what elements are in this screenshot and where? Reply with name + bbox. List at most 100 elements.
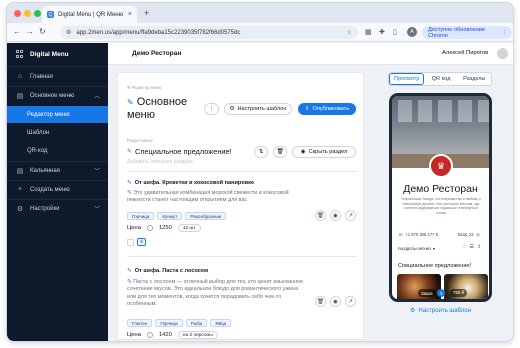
pencil-icon: ✎ bbox=[127, 85, 131, 90]
customize-template-link[interactable]: ⚙ Настроить шаблон bbox=[410, 307, 471, 315]
portion-input[interactable]: 12 шт. bbox=[177, 224, 202, 232]
site-info-icon[interactable]: ⚙ bbox=[66, 29, 71, 36]
close-tab-icon[interactable]: × bbox=[128, 11, 132, 18]
reorder-button[interactable]: ⇅ bbox=[254, 146, 268, 158]
delete-section-button[interactable]: 🗑 bbox=[273, 146, 287, 158]
list-icon[interactable]: ☰ bbox=[469, 244, 473, 250]
delete-dish-button[interactable]: 🗑 bbox=[315, 210, 326, 221]
edit-dish-button[interactable]: ↗ bbox=[345, 210, 356, 221]
sidebar-item-menu-editor[interactable]: Редактор меню bbox=[7, 106, 108, 123]
user-name[interactable]: Алексей Пирогов bbox=[442, 50, 488, 56]
section-title-text: Специальное предложение! bbox=[135, 147, 232, 156]
sidebar-item-label: Настройки bbox=[30, 205, 60, 212]
more-button[interactable]: ⋮ bbox=[204, 103, 219, 115]
eye-icon: ◉ bbox=[300, 149, 306, 155]
portion-input[interactable]: на 2 персоны bbox=[177, 331, 218, 339]
new-tab-button[interactable]: + bbox=[144, 8, 149, 18]
allergen-tag[interactable]: Кунжут bbox=[157, 212, 183, 220]
price-input[interactable]: 1250 bbox=[159, 225, 172, 231]
sidebar-item-qr[interactable]: QR-код bbox=[7, 142, 108, 159]
price-radio[interactable] bbox=[146, 332, 153, 338]
browser-tab[interactable]: Q Digital Menu | QR Меню × bbox=[42, 6, 137, 23]
allergen-tags: Глютен Горчица Рыба Яйца bbox=[127, 319, 232, 327]
tab-qr-code[interactable]: QR код bbox=[424, 73, 457, 85]
forward-icon[interactable]: → bbox=[26, 27, 34, 36]
menu-sections-dropdown[interactable]: РАЗДЕЛЫ МЕНЮ ▾ bbox=[398, 246, 435, 251]
address-bar[interactable]: ⚙ app.2men.us/app/menu/ffa9deba15c223903… bbox=[60, 26, 358, 39]
brand[interactable]: Digital Menu bbox=[16, 50, 69, 58]
url-text: app.2men.us/app/menu/ffa9deba15c2239035f… bbox=[76, 29, 241, 36]
allergen-tag[interactable]: Глютен bbox=[127, 319, 153, 327]
chevron-down-icon: ▾ bbox=[433, 246, 436, 251]
heart-icon[interactable]: ♡ bbox=[462, 244, 466, 250]
puzzle-icon[interactable]: ✚ bbox=[379, 28, 385, 36]
divider bbox=[127, 171, 357, 172]
restaurant-phone: ☏ +1 670 306 177 5 bbox=[398, 232, 438, 237]
tab-preview[interactable]: Просмотр bbox=[389, 73, 425, 85]
dish-title[interactable]: ✎ От шефа. Креветки в кокосовой панировк… bbox=[127, 180, 254, 186]
tab-sections[interactable]: Разделы bbox=[458, 73, 491, 85]
share-icon[interactable]: ⇪ bbox=[477, 244, 481, 250]
sidebar-item-hookah[interactable]: ▤ Кальянная ﹀ bbox=[7, 162, 108, 179]
close-window-button[interactable] bbox=[14, 10, 21, 17]
sidebar-item-home[interactable]: ⌂ Главная bbox=[7, 68, 108, 85]
dish-actions: 🗑 ◉ ↗ bbox=[315, 296, 356, 307]
allergen-tag[interactable]: Горчица bbox=[155, 319, 183, 327]
minimize-window-button[interactable] bbox=[24, 10, 31, 17]
delete-dish-button[interactable]: 🗑 bbox=[315, 296, 326, 307]
price-input[interactable]: 1420 bbox=[159, 332, 172, 338]
section-description-placeholder[interactable]: Добавить описание раздела bbox=[127, 159, 193, 165]
dish-description[interactable]: ✎ Паста с лососем — отличный выбор для т… bbox=[127, 279, 307, 308]
back-icon[interactable]: ← bbox=[13, 27, 21, 36]
section-title[interactable]: ✎ Специальное предложение! bbox=[127, 147, 232, 156]
allergen-tag[interactable]: Ракообразные bbox=[185, 212, 227, 220]
extension-icon[interactable]: ▦ bbox=[365, 28, 372, 36]
brand-name: Digital Menu bbox=[30, 50, 69, 58]
edit-dish-button[interactable]: ↗ bbox=[345, 296, 356, 307]
publish-label: Опубликовать bbox=[312, 106, 350, 112]
sort-icon: ⇅ bbox=[258, 149, 264, 155]
allergen-tag[interactable]: Яйца bbox=[210, 319, 232, 327]
restaurant-logo: ♛ bbox=[429, 154, 453, 178]
hide-dish-button[interactable]: ◉ bbox=[330, 210, 341, 221]
dish-photo bbox=[444, 274, 488, 299]
upload-icon: ⇪ bbox=[304, 106, 310, 112]
sidebar-item-main-menu[interactable]: ▤ Основное меню ︿ bbox=[7, 87, 108, 104]
dish-description-text: Паста с лососем — отличный выбор для тех… bbox=[127, 279, 303, 307]
profile-avatar[interactable]: A bbox=[407, 27, 417, 37]
menu-title[interactable]: ✎ Основное меню bbox=[127, 96, 197, 122]
dish-title[interactable]: ✎ От шефа. Паста с лососем bbox=[127, 268, 208, 274]
allergen-tag[interactable]: Рыба bbox=[185, 319, 208, 327]
menu-sections-label: РАЗДЕЛЫ МЕНЮ bbox=[398, 246, 432, 251]
reload-icon[interactable]: ↻ bbox=[39, 27, 46, 36]
allergen-tag[interactable]: Горчица bbox=[127, 212, 155, 220]
sidebar-item-label: Шаблон bbox=[27, 129, 50, 136]
sidebar-item-create-menu[interactable]: + Создать меню bbox=[7, 181, 108, 198]
bookmark-star-icon[interactable]: ☆ bbox=[347, 29, 352, 36]
image-placeholder[interactable] bbox=[127, 239, 134, 246]
customize-template-button[interactable]: ⚙ Настроить шаблон bbox=[224, 103, 292, 115]
pencil-icon: ✎ bbox=[127, 268, 132, 274]
dish-description[interactable]: ✎ Это удивительная комбинация морской св… bbox=[127, 190, 307, 205]
price-row: Цена 1250 12 шт. bbox=[127, 224, 202, 232]
zoom-window-button[interactable] bbox=[34, 10, 41, 17]
sidebar-item-label: Кальянная bbox=[30, 167, 60, 174]
gear-icon: ⚙ bbox=[229, 106, 235, 112]
restaurant-description: Уникальные блюда, гостеприимство и любов… bbox=[401, 197, 481, 215]
add-image-button[interactable]: ⊕ bbox=[137, 238, 146, 246]
sidebar-item-template[interactable]: Шаблон bbox=[7, 124, 108, 141]
publish-button[interactable]: ⇪ Опубликовать bbox=[298, 103, 356, 115]
phone-preview[interactable]: ♛ Демо Ресторан Уникальные блюда, гостеп… bbox=[389, 93, 492, 302]
sidebar-item-settings[interactable]: ⚙ Настройки ﹀ bbox=[7, 200, 108, 217]
sidepanel-icon[interactable]: ▯ bbox=[393, 28, 397, 36]
hide-section-button[interactable]: ◉ Скрыть раздел bbox=[292, 146, 356, 158]
chrome-update-label: Доступно обновление Chrome bbox=[428, 26, 486, 39]
hide-dish-button[interactable]: ◉ bbox=[330, 296, 341, 307]
sidebar-item-label: Создать меню bbox=[30, 186, 70, 193]
more-icon: ⋮ bbox=[208, 106, 215, 112]
order-badge[interactable]: Заказ bbox=[418, 289, 436, 297]
price-radio[interactable] bbox=[146, 225, 153, 231]
chrome-update-button[interactable]: Доступно обновление Chrome ⋮ bbox=[422, 26, 512, 39]
user-avatar[interactable] bbox=[497, 48, 508, 59]
hide-section-label: Скрыть раздел bbox=[308, 149, 348, 155]
